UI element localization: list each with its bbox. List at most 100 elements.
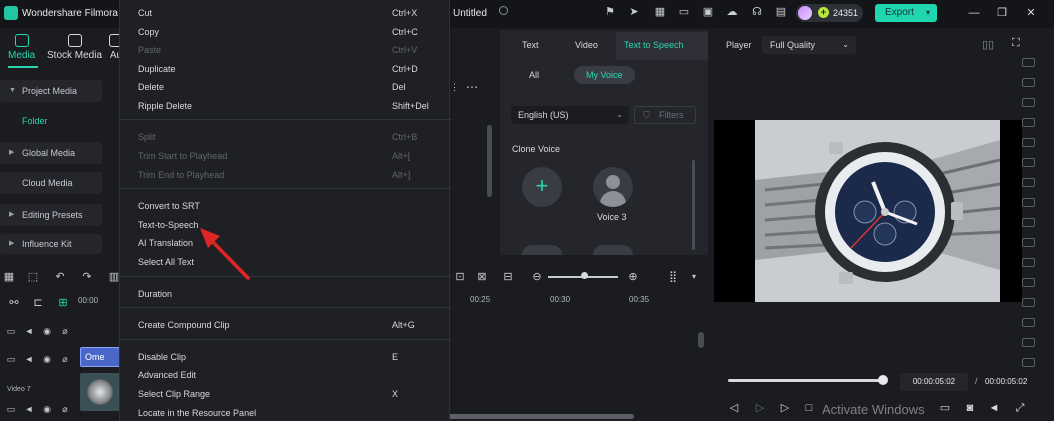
menu-item-label: Select All Text <box>138 257 194 267</box>
track-folder-icon[interactable]: ▭ <box>6 354 16 364</box>
menu-item-ai-translation[interactable]: AI Translation <box>120 234 451 252</box>
add-voice-button[interactable]: + <box>522 167 562 207</box>
cloud-icon[interactable]: ☁ <box>726 6 738 18</box>
menu-item-create-compound-clip[interactable]: Create Compound Clip Alt+G <box>120 316 451 334</box>
volume-icon[interactable]: ◄ <box>988 402 1000 414</box>
menu-item-advanced-edit[interactable]: Advanced Edit <box>120 366 451 384</box>
stop-icon[interactable]: □ <box>803 402 815 414</box>
fit-icon[interactable]: ⊟ <box>501 270 515 284</box>
menu-item-duplicate[interactable]: Duplicate Ctrl+D <box>120 60 451 78</box>
menu-item-select-all-text[interactable]: Select All Text <box>120 253 451 271</box>
menu-item-copy[interactable]: Copy Ctrl+C <box>120 23 451 41</box>
timeline-h-scrollbar[interactable] <box>448 414 634 419</box>
timeline-ruler[interactable]: 00:25 00:30 00:35 <box>448 290 710 310</box>
menu-item-delete[interactable]: Delete Del <box>120 78 451 96</box>
tab-video[interactable]: Video <box>575 40 598 50</box>
layout-icon[interactable]: ▦ <box>2 270 16 284</box>
menu-item-disable-clip[interactable]: Disable Clip E <box>120 348 451 366</box>
tab-media[interactable]: Media <box>8 34 35 61</box>
preview-canvas[interactable] <box>714 120 1022 302</box>
menu-item-text-to-speech[interactable]: Text-to-Speech <box>120 216 451 234</box>
eye-icon[interactable]: ◉ <box>42 326 52 336</box>
camera-icon[interactable]: ◙ <box>964 402 976 414</box>
chevron-down-icon[interactable]: ▾ <box>687 270 701 284</box>
media-replace-icon[interactable]: ⊠ <box>475 270 489 284</box>
filters-button[interactable]: ⛉ Filters <box>634 106 696 124</box>
notification-icon[interactable]: ▤ <box>775 6 787 18</box>
lock-icon[interactable]: ⌀ <box>60 326 70 336</box>
save-icon[interactable]: ▣ <box>702 6 714 18</box>
sidebar-item-cloud-media[interactable]: Cloud Media <box>0 172 102 194</box>
current-time[interactable]: 00:00:05:02 <box>900 373 968 391</box>
screenshot-icon[interactable]: ⊡ <box>453 270 467 284</box>
menu-item-select-clip-range[interactable]: Select Clip Range X <box>120 385 451 403</box>
link-icon[interactable]: ⚯ <box>7 296 21 310</box>
voice-item-partial[interactable] <box>522 245 562 255</box>
sidebar-item-global-media[interactable]: ▶ Global Media <box>0 142 102 164</box>
zoom-slider-handle[interactable] <box>581 272 588 279</box>
quality-select[interactable]: Full Quality ⌄ <box>762 36 856 54</box>
ripple-icon[interactable]: ⊏ <box>31 296 45 310</box>
language-select[interactable]: English (US) ⌄ <box>511 106 629 124</box>
tab-text[interactable]: Text <box>522 40 539 50</box>
send-icon[interactable]: ➤ <box>628 6 640 18</box>
video-clip[interactable] <box>80 373 120 411</box>
close-icon[interactable]: ✕ <box>1024 6 1038 20</box>
zoom-out-icon[interactable]: ⊖ <box>530 270 544 284</box>
undo-icon[interactable]: ↶ <box>53 270 67 284</box>
sidebar-item-project-media[interactable]: ▼ Project Media <box>0 80 102 102</box>
grid-icon[interactable]: ▦ <box>654 6 666 18</box>
eye-icon[interactable]: ◉ <box>42 404 52 414</box>
snap-icon[interactable]: ⊞ <box>56 296 70 310</box>
voice-avatar[interactable] <box>593 167 633 207</box>
export-button[interactable]: Export ▾ <box>875 4 937 22</box>
sidebar-item-folder[interactable]: Folder <box>22 116 48 126</box>
panel-scrollbar[interactable] <box>692 160 695 250</box>
eye-icon[interactable]: ◉ <box>42 354 52 364</box>
restore-icon[interactable]: ❐ <box>995 6 1009 20</box>
track-folder-icon[interactable]: ▭ <box>6 404 16 414</box>
filter-all[interactable]: All <box>522 66 546 84</box>
play-icon[interactable]: ▷ <box>779 402 791 414</box>
playback-handle[interactable] <box>878 375 888 385</box>
title-clip[interactable]: Ome <box>80 347 120 367</box>
dots-icon[interactable]: ⋮ <box>450 82 459 93</box>
menu-item-cut[interactable]: Cut Ctrl+X <box>120 4 451 22</box>
tab-stock-media[interactable]: Stock Media <box>47 34 102 61</box>
sidebar-item-editing-presets[interactable]: ▶ Editing Presets <box>0 204 102 226</box>
sidebar-item-influence-kit[interactable]: ▶ Influence Kit <box>0 234 102 254</box>
speaker-icon[interactable]: ◄ <box>24 326 34 336</box>
speaker-icon[interactable]: ◄ <box>24 404 34 414</box>
menu-item-ripple-delete[interactable]: Ripple Delete Shift+Del <box>120 97 451 115</box>
speaker-icon[interactable]: ◄ <box>24 354 34 364</box>
tab-text-to-speech[interactable]: Text to Speech <box>624 40 684 50</box>
menu-item-paste: Paste Ctrl+V <box>120 41 451 59</box>
previous-frame-icon[interactable]: ◁ <box>728 402 740 414</box>
compare-view-icon[interactable]: ▯▯ <box>982 38 994 51</box>
media-scrollbar[interactable] <box>487 125 492 197</box>
timeline-v-scrollbar[interactable] <box>698 332 704 348</box>
gift-icon[interactable]: ⚑ <box>604 6 616 18</box>
fullscreen-icon[interactable]: ⤢ <box>1014 402 1026 414</box>
track-settings-icon[interactable]: ⣿ <box>666 270 680 284</box>
scope-icon[interactable]: ⛶ <box>1012 37 1020 50</box>
menu-item-locate-in-the-resource-panel[interactable]: Locate in the Resource Panel <box>120 404 451 421</box>
redo-icon[interactable]: ↷ <box>80 270 94 284</box>
lock-icon[interactable]: ⌀ <box>60 354 70 364</box>
playback-progress-bar[interactable] <box>728 379 884 382</box>
monitor-icon[interactable]: ▭ <box>678 6 690 18</box>
headset-icon[interactable]: ☊ <box>751 6 763 18</box>
voice-item-partial[interactable] <box>593 245 633 255</box>
next-frame-icon[interactable]: ▷ <box>754 402 766 414</box>
menu-item-convert-to-srt[interactable]: Convert to SRT <box>120 197 451 215</box>
menu-item-duration[interactable]: Duration <box>120 285 451 303</box>
filter-my-voice[interactable]: My Voice <box>574 66 635 84</box>
zoom-in-icon[interactable]: ⊕ <box>626 270 640 284</box>
select-tool-icon[interactable]: ⬚ <box>26 270 40 284</box>
more-icon[interactable]: ⋯ <box>466 80 478 94</box>
track-folder-icon[interactable]: ▭ <box>6 326 16 336</box>
display-icon[interactable]: ▭ <box>939 402 951 414</box>
lock-icon[interactable]: ⌀ <box>60 404 70 414</box>
credits-badge[interactable]: + 24351 <box>796 4 863 22</box>
minimize-icon[interactable]: — <box>967 6 981 20</box>
